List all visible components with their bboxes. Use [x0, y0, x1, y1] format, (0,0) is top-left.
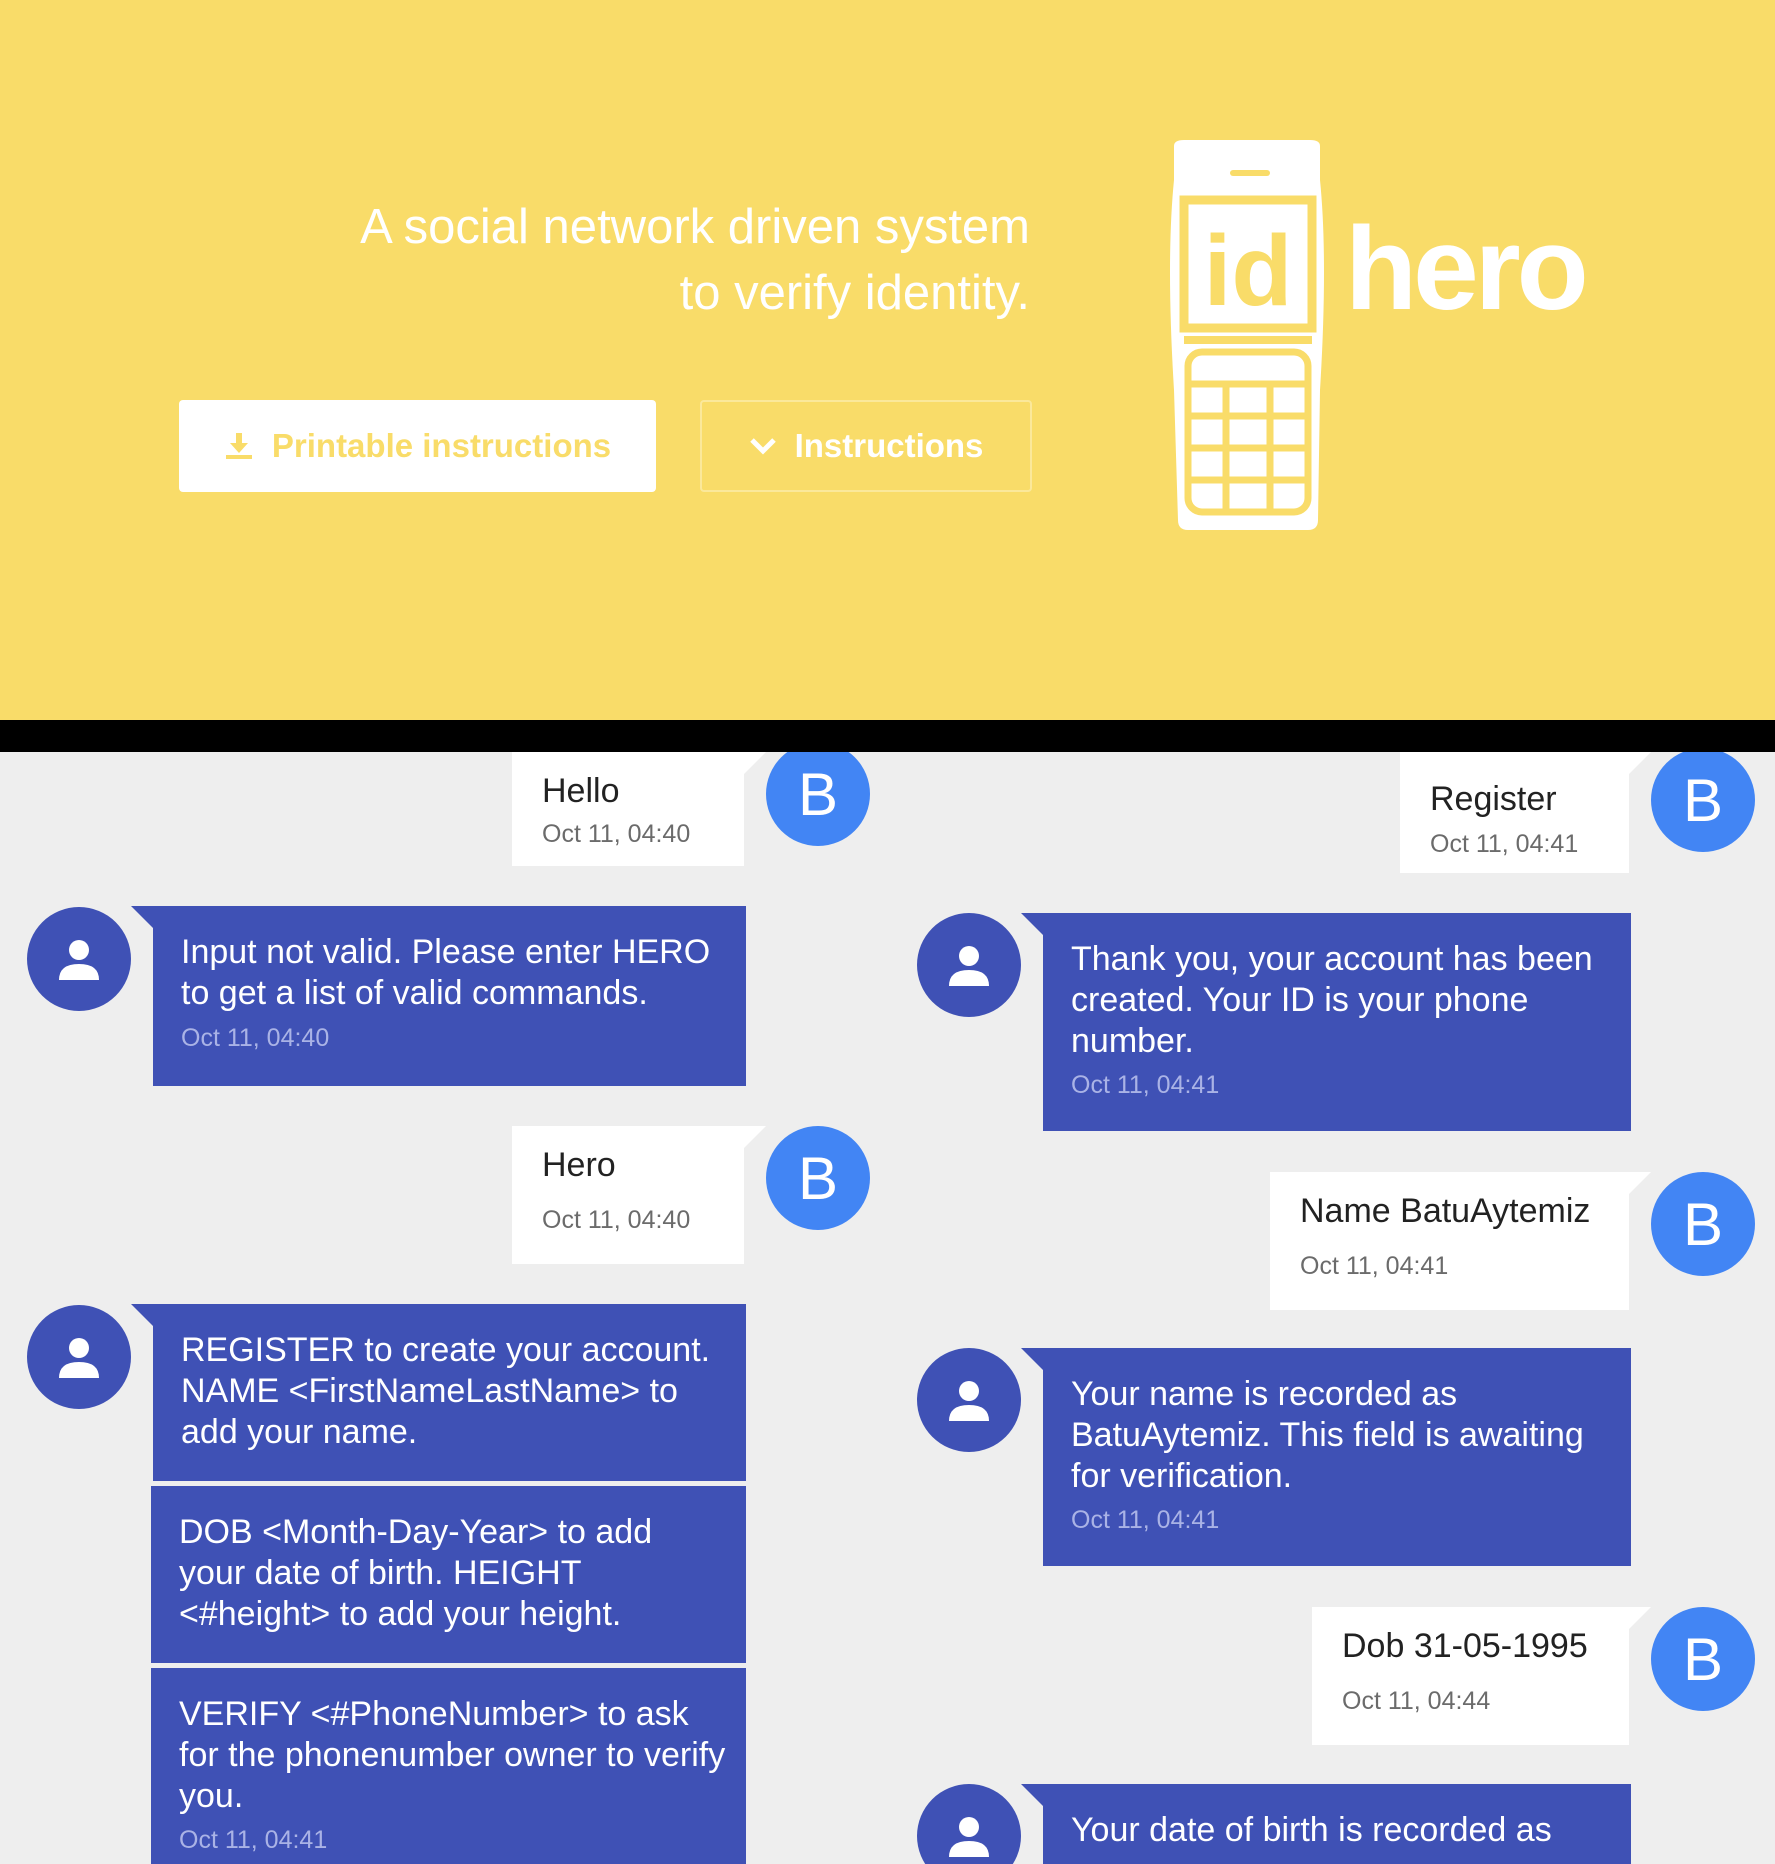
outgoing-message: Name BatuAytemiz Oct 11, 04:41 — [1270, 1172, 1651, 1310]
incoming-message: Thank you, your account has been created… — [1021, 913, 1631, 1131]
message-text: Thank you, your account has been created… — [1071, 940, 1593, 1060]
download-icon — [225, 433, 252, 459]
message-timestamp: Oct 11, 04:44 — [1342, 1687, 1491, 1715]
chat-panel-left[interactable]: Hello Oct 11, 04:40 B Input not valid. P… — [0, 752, 888, 1864]
tagline-line-2: to verify identity. — [679, 266, 1030, 320]
bot-avatar[interactable] — [917, 913, 1021, 1017]
message-timestamp: Oct 11, 04:41 — [1300, 1252, 1449, 1280]
user-avatar[interactable]: B — [1651, 1172, 1755, 1276]
message-text: Name BatuAytemiz — [1300, 1192, 1591, 1230]
incoming-message: Your date of birth is recorded as — [1021, 1784, 1631, 1864]
message-text: Dob 31-05-1995 — [1342, 1627, 1588, 1665]
tagline: A social network driven system to verify… — [360, 194, 1030, 326]
tagline-line-1: A social network driven system — [360, 200, 1030, 254]
message-timestamp: Oct 11, 04:40 — [542, 820, 691, 848]
hero-banner: A social network driven system to verify… — [0, 0, 1775, 720]
message-timestamp: Oct 11, 04:40 — [542, 1206, 691, 1234]
instructions-button[interactable]: Instructions — [700, 400, 1032, 492]
printable-instructions-label: Printable instructions — [271, 427, 612, 464]
chevron-down-icon — [749, 438, 776, 455]
message-text: Your date of birth is recorded as — [1071, 1811, 1552, 1849]
message-text: Hero — [542, 1146, 616, 1184]
person-icon — [949, 1381, 989, 1421]
incoming-message: REGISTER to create your account. NAME <F… — [131, 1304, 746, 1481]
logo-id-text: id — [1204, 215, 1293, 327]
user-avatar[interactable]: B — [1651, 752, 1755, 852]
phone-logo-icon: id — [1170, 140, 1324, 530]
outgoing-message: Hello Oct 11, 04:40 — [512, 752, 766, 866]
outgoing-message: Dob 31-05-1995 Oct 11, 04:44 — [1312, 1607, 1651, 1745]
logo-hero-text: hero — [1345, 203, 1589, 335]
bot-avatar[interactable] — [917, 1348, 1021, 1452]
printable-instructions-button[interactable]: Printable instructions — [179, 400, 656, 492]
message-timestamp: Oct 11, 04:41 — [1430, 830, 1579, 858]
incoming-message: Your name is recorded as BatuAytemiz. Th… — [1021, 1348, 1631, 1566]
message-timestamp: Oct 11, 04:40 — [181, 1024, 330, 1052]
user-avatar[interactable]: B — [766, 752, 870, 846]
message-text: DOB <Month-Day-Year> to add your date of… — [179, 1513, 653, 1633]
person-icon — [59, 940, 99, 980]
message-text: Hello — [542, 772, 620, 810]
bot-avatar[interactable] — [917, 1784, 1021, 1864]
chat-panel-right[interactable]: Register Oct 11, 04:41 B Thank you, your… — [888, 752, 1775, 1864]
outgoing-message: Register Oct 11, 04:41 — [1400, 752, 1651, 873]
message-text: Input not valid. Please enter HERO to ge… — [181, 933, 711, 1012]
message-text: Register — [1430, 780, 1557, 818]
person-icon — [59, 1338, 99, 1378]
person-icon — [949, 946, 989, 986]
message-timestamp: Oct 11, 04:41 — [179, 1826, 328, 1854]
message-text: VERIFY <#PhoneNumber> to ask for the pho… — [179, 1695, 726, 1815]
message-timestamp: Oct 11, 04:41 — [1071, 1506, 1220, 1534]
instructions-label: Instructions — [794, 427, 984, 464]
outgoing-message: Hero Oct 11, 04:40 — [512, 1126, 766, 1264]
bot-avatar[interactable] — [27, 1305, 131, 1409]
person-icon — [949, 1817, 989, 1857]
message-text: REGISTER to create your account. NAME <F… — [181, 1331, 711, 1451]
user-avatar[interactable]: B — [1651, 1607, 1755, 1711]
message-timestamp: Oct 11, 04:41 — [1071, 1071, 1220, 1099]
incoming-message: DOB <Month-Day-Year> to add your date of… — [151, 1486, 746, 1663]
incoming-message: VERIFY <#PhoneNumber> to ask for the pho… — [151, 1668, 746, 1864]
user-avatar[interactable]: B — [766, 1126, 870, 1230]
bot-avatar[interactable] — [27, 907, 131, 1011]
incoming-message: Input not valid. Please enter HERO to ge… — [131, 906, 746, 1086]
message-text: Your name is recorded as BatuAytemiz. Th… — [1071, 1375, 1584, 1495]
